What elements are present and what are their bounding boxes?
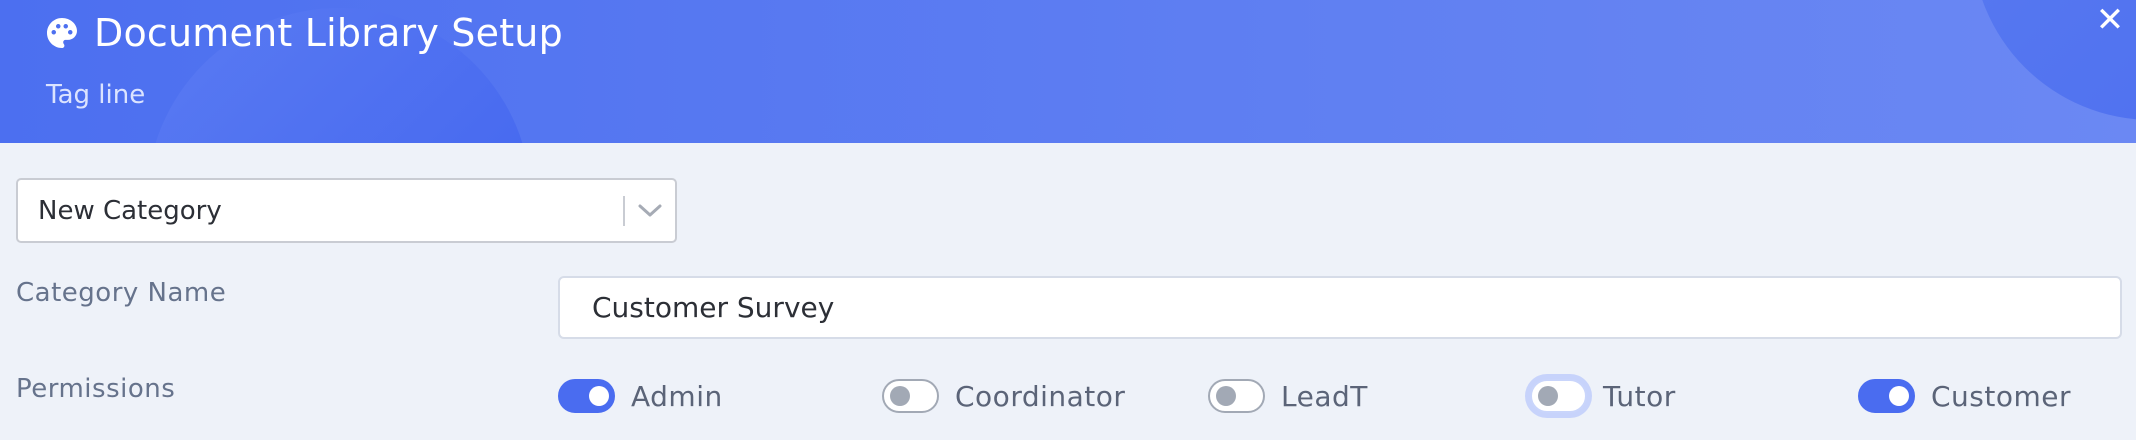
permissions-label: Permissions bbox=[16, 374, 176, 404]
title-row: Document Library Setup bbox=[44, 8, 563, 58]
permission-tutor[interactable]: Tutor bbox=[1530, 378, 1676, 414]
category-select-value: New Category bbox=[38, 195, 222, 226]
permission-label: Customer bbox=[1931, 379, 2072, 413]
category-name-label: Category Name bbox=[16, 278, 227, 308]
permission-coordinator[interactable]: Coordinator bbox=[882, 378, 1125, 414]
coordinator-toggle[interactable] bbox=[882, 379, 939, 413]
tagline: Tag line bbox=[46, 80, 146, 110]
permission-leadt[interactable]: LeadT bbox=[1208, 378, 1368, 414]
permission-label: Admin bbox=[631, 379, 723, 413]
permission-admin[interactable]: Admin bbox=[558, 378, 723, 414]
close-button[interactable]: ✕ bbox=[2092, 0, 2128, 40]
permission-label: Tutor bbox=[1603, 379, 1676, 413]
leadt-toggle[interactable] bbox=[1208, 379, 1265, 413]
admin-toggle[interactable] bbox=[558, 379, 615, 413]
palette-icon bbox=[47, 18, 77, 48]
customer-toggle[interactable] bbox=[1858, 379, 1915, 413]
chevron-down-icon[interactable] bbox=[625, 179, 675, 242]
permission-label: Coordinator bbox=[955, 379, 1126, 413]
page-title: Document Library Setup bbox=[94, 11, 563, 55]
close-icon: ✕ bbox=[2095, 0, 2125, 40]
category-select[interactable]: New Category bbox=[16, 178, 677, 243]
dialog-header: Document Library Setup Tag line ✕ bbox=[0, 0, 2136, 143]
tutor-toggle[interactable] bbox=[1530, 379, 1587, 413]
category-name-input[interactable] bbox=[558, 276, 2122, 339]
permission-customer[interactable]: Customer bbox=[1858, 378, 2071, 414]
permission-label: LeadT bbox=[1281, 379, 1368, 413]
